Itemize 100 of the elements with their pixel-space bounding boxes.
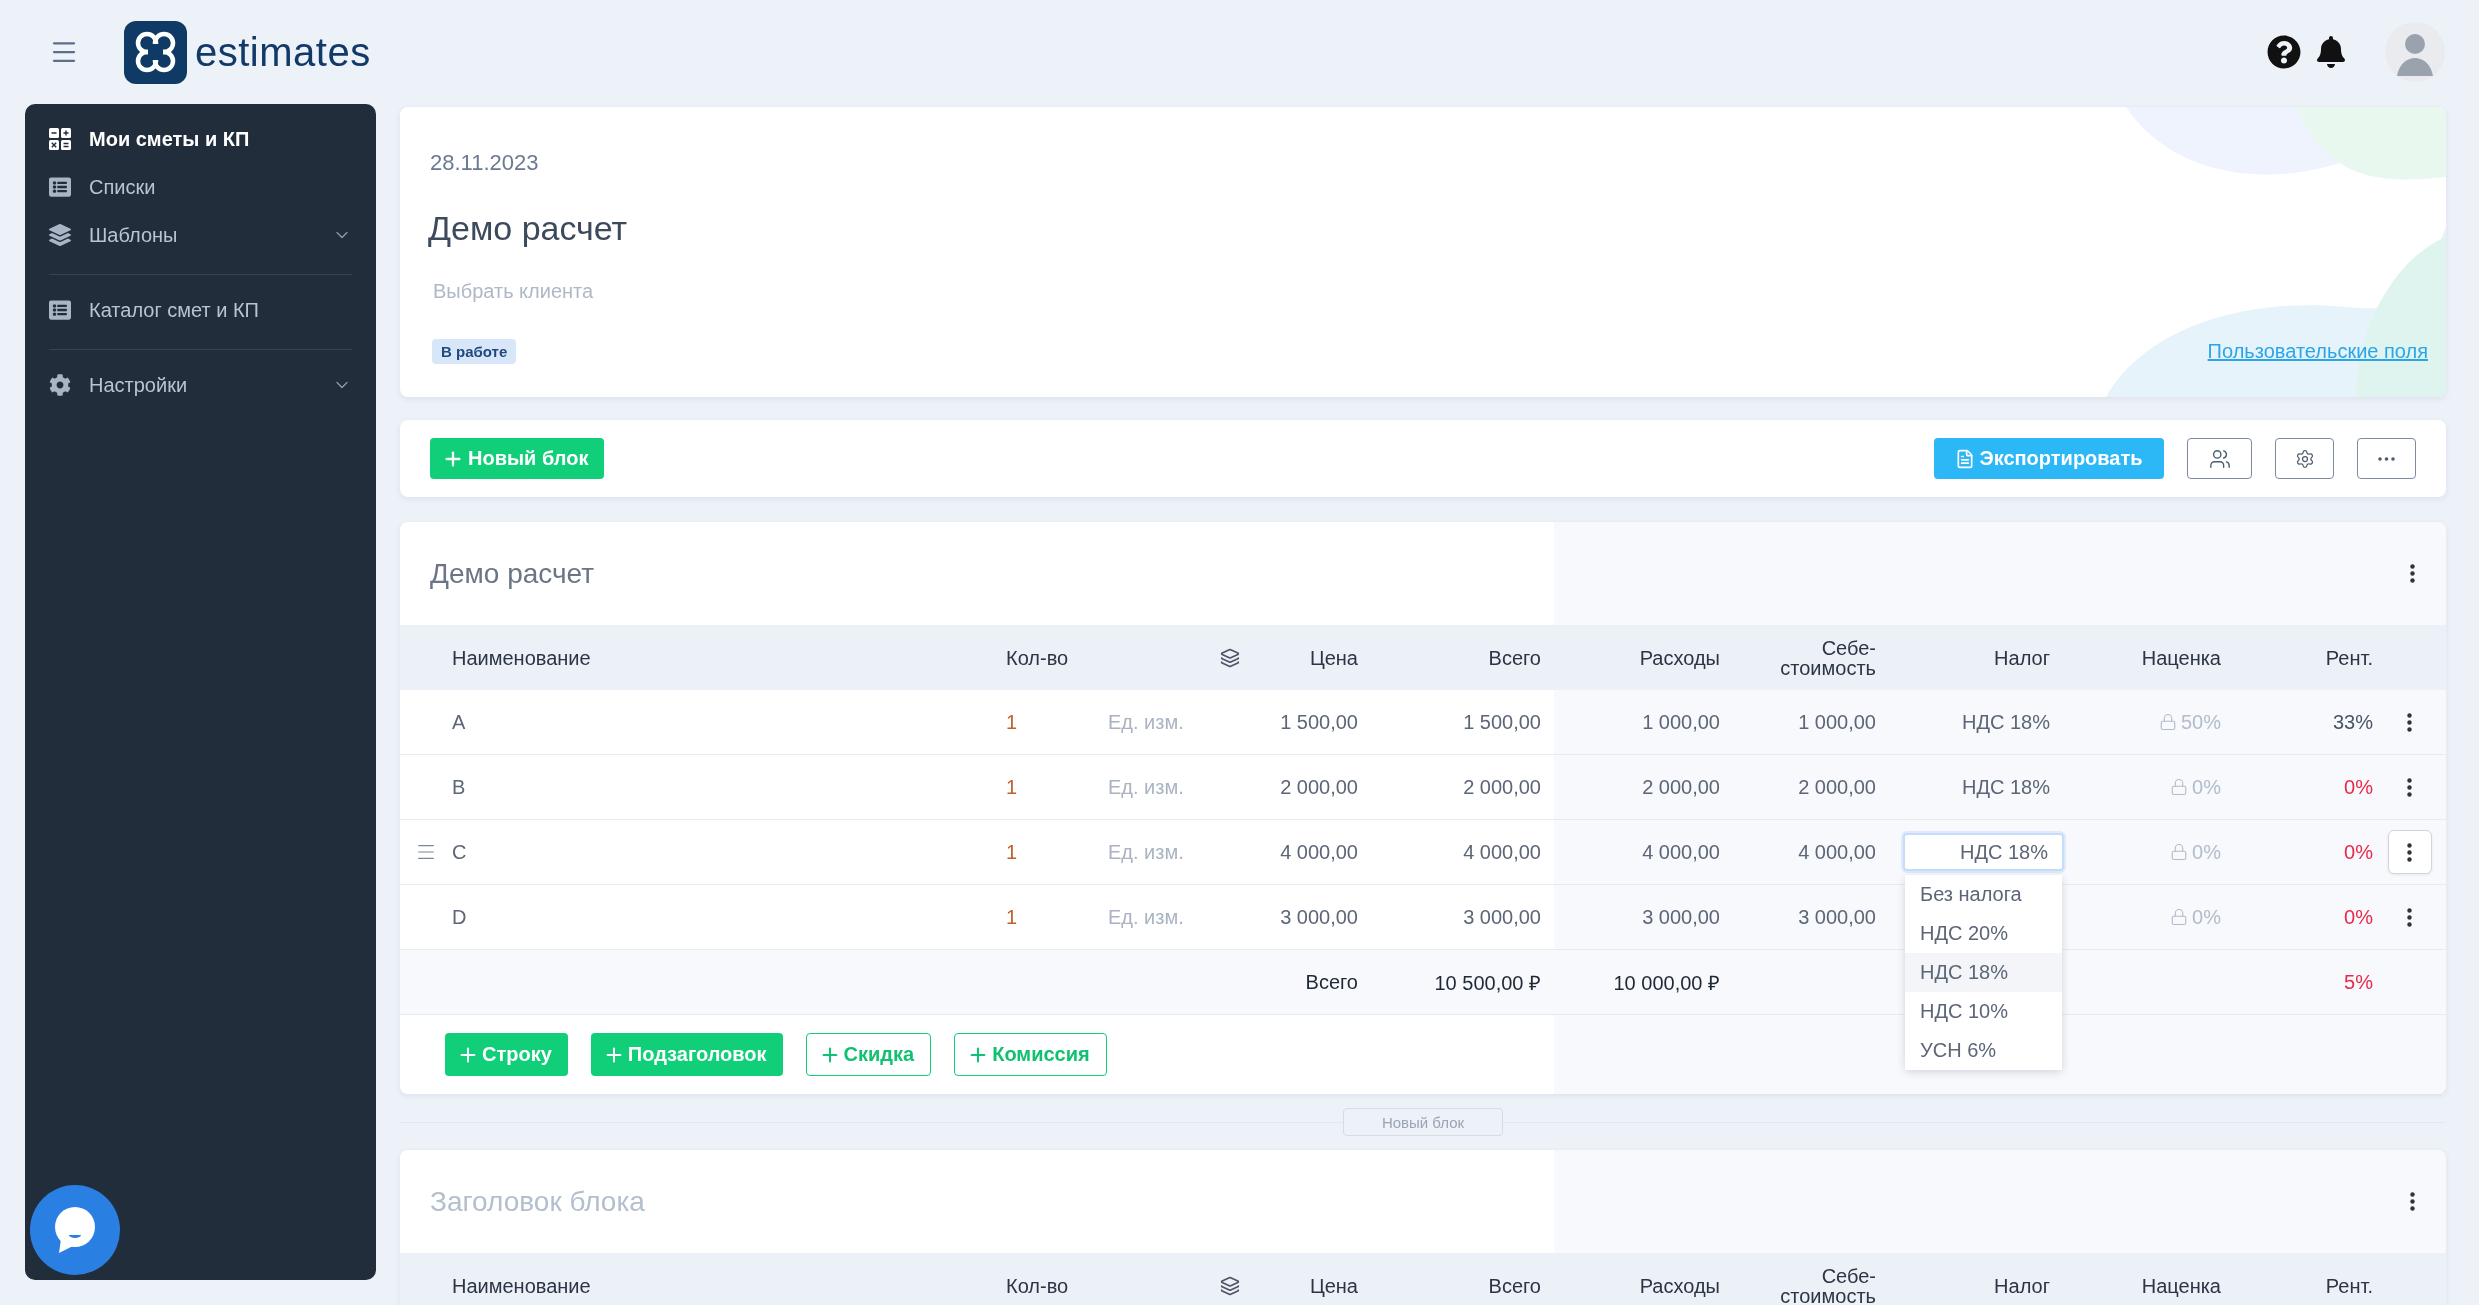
- column-header: Налог: [1993, 647, 2050, 668]
- quantity: 1: [1006, 775, 1019, 799]
- users-icon: [2208, 447, 2231, 470]
- row-menu-button[interactable]: [2387, 830, 2432, 874]
- help-icon[interactable]: [2267, 35, 2301, 69]
- kebab-icon: [2407, 842, 2412, 862]
- cost: 4 000,00: [1797, 840, 1876, 864]
- sidebar-item-label: Шаблоны: [89, 223, 178, 247]
- calculator-icon: [49, 128, 71, 150]
- expenses: 2 000,00: [1641, 775, 1720, 799]
- column-header: Наименование: [452, 647, 592, 668]
- tax-select[interactable]: НДС 18%: [1961, 775, 2050, 799]
- sidebar-item[interactable]: Каталог смет и КП: [49, 286, 352, 334]
- sidebar-item[interactable]: Настройки: [49, 361, 352, 409]
- sidebar-item[interactable]: Списки: [49, 163, 352, 211]
- unit-field[interactable]: Ед. изм.: [1108, 710, 1218, 734]
- column-header: Цена: [1308, 1275, 1358, 1296]
- client-field[interactable]: Выбрать клиента: [433, 278, 673, 304]
- tax-option[interactable]: НДС 18%: [1905, 953, 2062, 992]
- more-button[interactable]: [2357, 438, 2416, 479]
- kebab-icon: [2407, 712, 2412, 732]
- estimate-title: Демо расчет: [428, 208, 629, 249]
- logo-icon: [124, 20, 187, 84]
- sidebar-item[interactable]: Мои сметы и КП: [49, 115, 352, 163]
- total-sum: 10 500,00 ₽: [1433, 970, 1541, 996]
- kebab-icon: [2407, 907, 2412, 927]
- profitability: 0%: [2343, 905, 2373, 929]
- quantity: 1: [1006, 710, 1019, 734]
- markup: 50%: [2180, 710, 2221, 734]
- expenses: 4 000,00: [1641, 840, 1720, 864]
- column-header: Всего: [1487, 647, 1541, 668]
- column-header: Всего: [1487, 1275, 1541, 1296]
- cost: 1 000,00: [1797, 710, 1876, 734]
- unit-field[interactable]: Ед. изм.: [1108, 840, 1218, 864]
- profitability: 0%: [2343, 840, 2373, 864]
- sidebar-item-label: Списки: [89, 175, 156, 199]
- users-button[interactable]: [2187, 438, 2252, 479]
- total: 4 000,00: [1462, 840, 1541, 864]
- layers-plus-icon[interactable]: [1220, 1275, 1240, 1296]
- list-icon: [49, 176, 71, 198]
- item-name: B: [452, 775, 467, 799]
- column-header: Кол-во: [1006, 1275, 1070, 1296]
- column-header: Рент.: [2324, 647, 2373, 668]
- lock-icon[interactable]: [2170, 778, 2189, 796]
- date-text: 28.11.2023: [430, 149, 540, 177]
- tax-option[interactable]: НДС 20%: [1905, 914, 2062, 953]
- lock-icon[interactable]: [2170, 843, 2189, 861]
- total: 2 000,00: [1462, 775, 1541, 799]
- item-name: C: [452, 840, 468, 864]
- bell-icon[interactable]: [2315, 36, 2347, 68]
- avatar[interactable]: [2385, 22, 2445, 82]
- cost: 2 000,00: [1797, 775, 1876, 799]
- gear-icon: [49, 374, 71, 396]
- tax-option[interactable]: УСН 6%: [1905, 1031, 2062, 1070]
- lock-icon[interactable]: [2170, 908, 2189, 926]
- tax-select[interactable]: НДС 18%: [1961, 710, 2050, 734]
- chat-bubble-icon: [53, 1207, 97, 1253]
- block-title-field[interactable]: Демо расчет: [430, 557, 1030, 590]
- unit-field[interactable]: Ед. изм.: [1108, 905, 1218, 929]
- settings-button[interactable]: [2275, 438, 2334, 479]
- expenses: 1 000,00: [1641, 710, 1720, 734]
- document-icon: [1955, 448, 1976, 469]
- column-header: Себе-стоимость: [1779, 1265, 1876, 1305]
- sidebar-item-label: Настройки: [89, 373, 188, 397]
- price: 2 000,00: [1279, 775, 1358, 799]
- expenses: 3 000,00: [1641, 905, 1720, 929]
- more-icon: [2378, 456, 2395, 461]
- block-title-field[interactable]: Заголовок блока: [430, 1185, 1030, 1218]
- price: 3 000,00: [1279, 905, 1358, 929]
- sidebar-item[interactable]: Шаблоны: [49, 211, 352, 259]
- profitability-total: 5%: [2343, 970, 2373, 994]
- totals-label: Всего: [1304, 970, 1358, 994]
- kebab-icon: [2409, 564, 2415, 583]
- column-header: Наценка: [2140, 1275, 2221, 1296]
- column-header: Цена: [1308, 647, 1358, 668]
- markup: 0%: [2192, 840, 2221, 864]
- quantity: 1: [1006, 905, 1019, 929]
- settings-icon: [2294, 448, 2315, 469]
- tax-select[interactable]: НДС 18%: [1903, 833, 2064, 871]
- logo-text: estimates: [195, 29, 371, 75]
- list-icon: [49, 299, 71, 321]
- layers-plus-icon[interactable]: [1220, 647, 1240, 668]
- tax-option[interactable]: НДС 10%: [1905, 992, 2062, 1031]
- column-header: Наценка: [2140, 647, 2221, 668]
- tax-option[interactable]: Без налога: [1905, 875, 2062, 914]
- markup: 0%: [2192, 775, 2221, 799]
- quantity: 1: [1006, 840, 1019, 864]
- kebab-icon: [2407, 777, 2412, 797]
- column-header: Себе-стоимость: [1779, 637, 1876, 678]
- lock-icon[interactable]: [2158, 713, 2177, 731]
- profitability: 33%: [2331, 710, 2373, 734]
- column-header: Налог: [1993, 1275, 2050, 1296]
- column-header: Рент.: [2324, 1275, 2373, 1296]
- unit-field[interactable]: Ед. изм.: [1108, 775, 1218, 799]
- column-header: Наименование: [452, 1275, 592, 1296]
- status-badge: В работе: [432, 339, 517, 364]
- column-header: Расходы: [1638, 1275, 1720, 1296]
- column-header: Расходы: [1638, 647, 1720, 668]
- item-name: A: [452, 710, 467, 734]
- total: 3 000,00: [1462, 905, 1541, 929]
